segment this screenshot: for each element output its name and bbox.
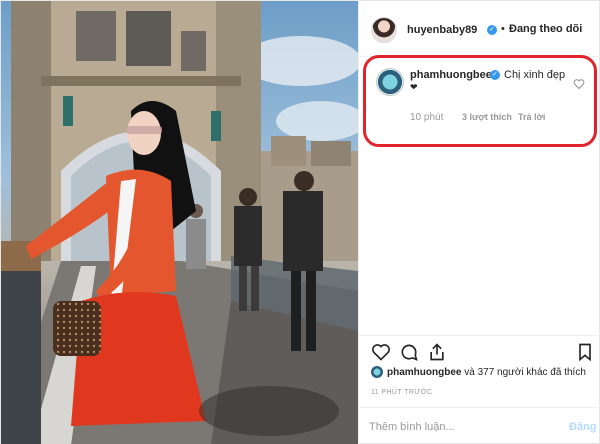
verified-badge-icon: ✓ — [487, 25, 497, 35]
author-username[interactable]: huyenbaby89 — [407, 24, 477, 36]
highlighted-comment: phamhuongbee ✓ Chị xinh đẹp ❤ 10 phút 3 … — [363, 55, 597, 147]
add-comment-bar: Đăng — [359, 407, 600, 444]
author-avatar[interactable] — [371, 17, 397, 43]
share-icon[interactable] — [427, 342, 447, 362]
comment-likes-count[interactable]: 3 lượt thích — [462, 112, 512, 122]
liked-by: phamhuongbee và 377 người khác đã thích — [369, 365, 599, 381]
commenter-avatar[interactable] — [376, 68, 404, 96]
likes-summary[interactable]: phamhuongbee và 377 người khác đã thích — [387, 367, 586, 378]
likes-rest-text: và 377 người khác đã thích — [461, 367, 586, 378]
instagram-post: huyenbaby89 ✓ • Đang theo dõi phamhuongb… — [0, 0, 600, 444]
post-header: huyenbaby89 ✓ • Đang theo dõi — [359, 1, 600, 57]
following-button[interactable]: Đang theo dõi — [509, 23, 582, 35]
comment-heart-emoji: ❤ — [410, 82, 418, 92]
comment-text: Chị xinh đẹp — [504, 69, 566, 81]
liker-avatar[interactable] — [371, 366, 383, 378]
liker-username[interactable]: phamhuongbee — [387, 367, 461, 378]
like-heart-icon[interactable] — [371, 342, 391, 362]
post-photo[interactable] — [1, 1, 358, 444]
reply-button[interactable]: Trả lời — [518, 112, 545, 122]
comment-time: 10 phút — [410, 112, 444, 123]
bookmark-icon[interactable] — [575, 342, 595, 362]
tower-bridge-photo — [1, 1, 358, 444]
post-comment-button[interactable]: Đăng — [569, 421, 597, 433]
commenter-username[interactable]: phamhuongbee — [410, 69, 492, 81]
post-actions-bar — [359, 335, 600, 367]
verified-badge-icon: ✓ — [490, 70, 500, 80]
comment-bubble-icon[interactable] — [399, 342, 419, 362]
comment-input[interactable] — [369, 418, 549, 436]
post-timestamp: 11 PHÚT TRƯỚC — [371, 389, 433, 396]
post-side-panel: huyenbaby89 ✓ • Đang theo dõi phamhuongb… — [358, 1, 600, 444]
separator-dot: • — [501, 23, 505, 35]
comment-like-heart-icon[interactable] — [573, 78, 585, 90]
